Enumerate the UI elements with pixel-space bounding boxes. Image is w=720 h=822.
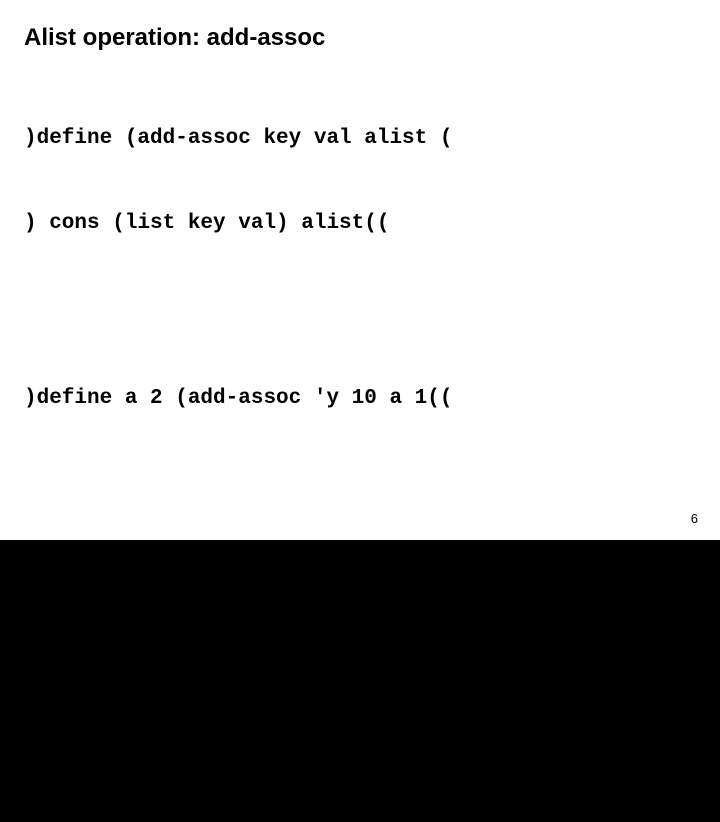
code-line: )find-assoc 'y a 2) ==> 10 bbox=[24, 737, 696, 765]
code-block-define-a2: )define a 2 (add-assoc 'y 10 a 1(( bbox=[24, 329, 696, 471]
code-line: )define a 2 (add-assoc 'y 10 a 1(( bbox=[24, 385, 696, 413]
code-block-find-assoc: )find-assoc 'y a 2) ==> 10 bbox=[24, 680, 696, 822]
slide: Alist operation: add-assoc )define (add-… bbox=[0, 0, 720, 540]
code-line: ) cons (list key val) alist(( bbox=[24, 210, 696, 238]
code-line: a 2 ==> ((y 10) (x 15) (y 20(( bbox=[24, 561, 696, 589]
code-block-a2-eval: a 2 ==> ((y 10) (x 15) (y 20(( bbox=[24, 504, 696, 646]
page-number: 6 bbox=[691, 511, 698, 526]
code-line: )define (add-assoc key val alist ( bbox=[24, 125, 696, 153]
code-block-define-add-assoc: )define (add-assoc key val alist ( ) con… bbox=[24, 68, 696, 295]
slide-title: Alist operation: add-assoc bbox=[24, 24, 696, 52]
